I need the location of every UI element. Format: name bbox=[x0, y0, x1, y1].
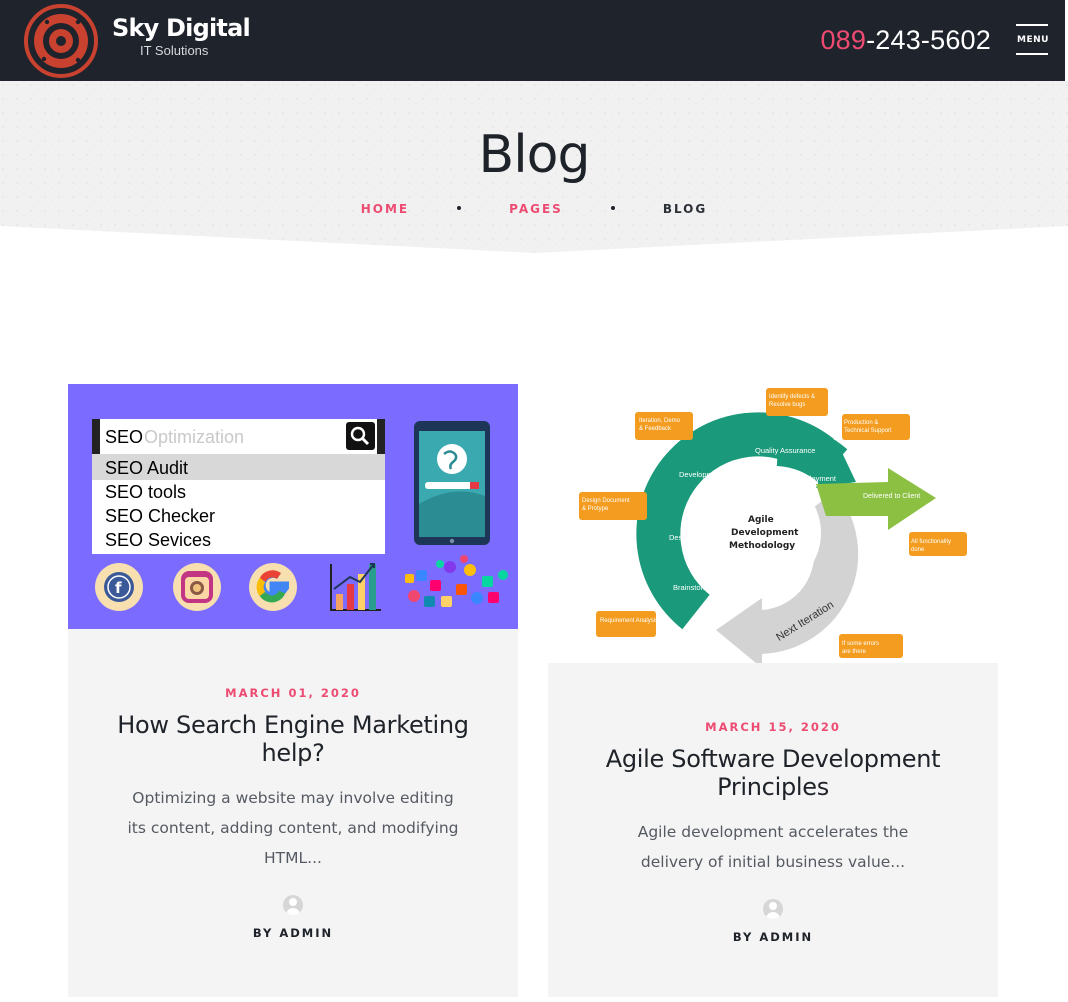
search-term: SEO bbox=[105, 427, 143, 447]
post-date: MARCH 01, 2020 bbox=[225, 686, 361, 700]
stage-label: Development bbox=[679, 470, 724, 479]
site-header: Sky Digital IT Solutions 089-243-5602 ME… bbox=[0, 0, 1068, 81]
stage-label: Design bbox=[669, 533, 692, 542]
menu-bar-top bbox=[1016, 24, 1048, 26]
callout-bubble: Identify defects & Resolve bugs bbox=[766, 388, 828, 416]
suggestion-item: SEO Audit bbox=[105, 458, 188, 478]
breadcrumb-current: BLOG bbox=[662, 202, 708, 216]
search-placeholder: Optimization bbox=[144, 427, 244, 447]
suggestion-item: SEO tools bbox=[105, 482, 186, 502]
blog-post-card: Next Iteration Delivered to Client Agile… bbox=[548, 384, 998, 997]
phone-number[interactable]: 089-243-5602 bbox=[820, 25, 991, 56]
suggestion-item: SEO Sevices bbox=[105, 530, 211, 550]
brand-name: Sky Digital bbox=[112, 14, 251, 42]
breadcrumb: HOME PAGES BLOG bbox=[0, 202, 1068, 216]
callout-bubble: If some errors are there bbox=[839, 634, 903, 658]
brand[interactable]: Sky Digital IT Solutions bbox=[112, 14, 251, 58]
center-label-line: Development bbox=[731, 528, 799, 538]
svg-text:f: f bbox=[115, 579, 122, 597]
brand-tagline: IT Solutions bbox=[140, 43, 209, 58]
post-date: MARCH 15, 2020 bbox=[705, 720, 841, 734]
instagram-icon bbox=[173, 563, 221, 611]
phone-rest: -243-5602 bbox=[866, 25, 991, 55]
page-title: Blog bbox=[478, 125, 591, 185]
agile-post-image[interactable]: Next Iteration Delivered to Client Agile… bbox=[548, 384, 998, 663]
breadcrumb-separator bbox=[610, 205, 615, 210]
menu-button[interactable]: MENU bbox=[1016, 24, 1050, 56]
facebook-icon: f bbox=[95, 563, 143, 611]
site-logo-icon[interactable] bbox=[22, 4, 100, 78]
post-excerpt: Optimizing a website may involve editing… bbox=[127, 789, 459, 867]
post-author[interactable]: BY ADMIN bbox=[548, 930, 998, 944]
phone-prefix: 089 bbox=[820, 25, 867, 55]
breadcrumb-separator bbox=[457, 205, 462, 210]
menu-label: MENU bbox=[1017, 35, 1049, 45]
post-title[interactable]: Agile Software Development Principles bbox=[548, 745, 998, 801]
suggestion-item: SEO Checker bbox=[105, 506, 215, 526]
breadcrumb-home[interactable]: HOME bbox=[361, 202, 409, 216]
center-label-line: Methodology bbox=[729, 541, 795, 551]
post-excerpt: Agile development accelerates the delive… bbox=[637, 823, 909, 871]
author-avatar bbox=[283, 895, 303, 915]
callout-bubble: All functionality done bbox=[909, 532, 967, 556]
google-icon bbox=[249, 563, 297, 611]
breadcrumb-pages[interactable]: PAGES bbox=[509, 202, 563, 216]
seo-post-image[interactable]: SEO Optimization SEO Audit SEO tools SEO… bbox=[68, 384, 518, 629]
callout-bubble: Production & Technical Support bbox=[842, 414, 910, 440]
delivered-label: Delivered to Client bbox=[863, 493, 920, 500]
center-label-line: Agile bbox=[748, 515, 774, 525]
menu-bar-bottom bbox=[1016, 53, 1048, 55]
author-avatar bbox=[763, 899, 783, 919]
stage-label: Brainstorm bbox=[673, 583, 709, 592]
callout-bubble: Requirement Analysis bbox=[596, 611, 658, 637]
post-author[interactable]: BY ADMIN bbox=[68, 926, 518, 940]
svg-text:Requirement Analysis: Requirement Analysis bbox=[600, 618, 658, 624]
callout-bubble: Design Document & Protype bbox=[579, 492, 647, 520]
blog-post-card: SEO Optimization SEO Audit SEO tools SEO… bbox=[68, 384, 518, 997]
stage-label: Deployment bbox=[796, 474, 837, 483]
post-title[interactable]: How Search Engine Marketing help? bbox=[68, 711, 518, 767]
stage-label: Quality Assurance bbox=[755, 446, 815, 455]
smartphone-icon bbox=[414, 421, 490, 545]
post-body: MARCH 15, 2020 Agile Software Developmen… bbox=[548, 663, 998, 997]
page-hero: Blog HOME PAGES BLOG bbox=[0, 81, 1068, 256]
callout-bubble: Iteration, Demo & Feedback bbox=[635, 412, 693, 440]
